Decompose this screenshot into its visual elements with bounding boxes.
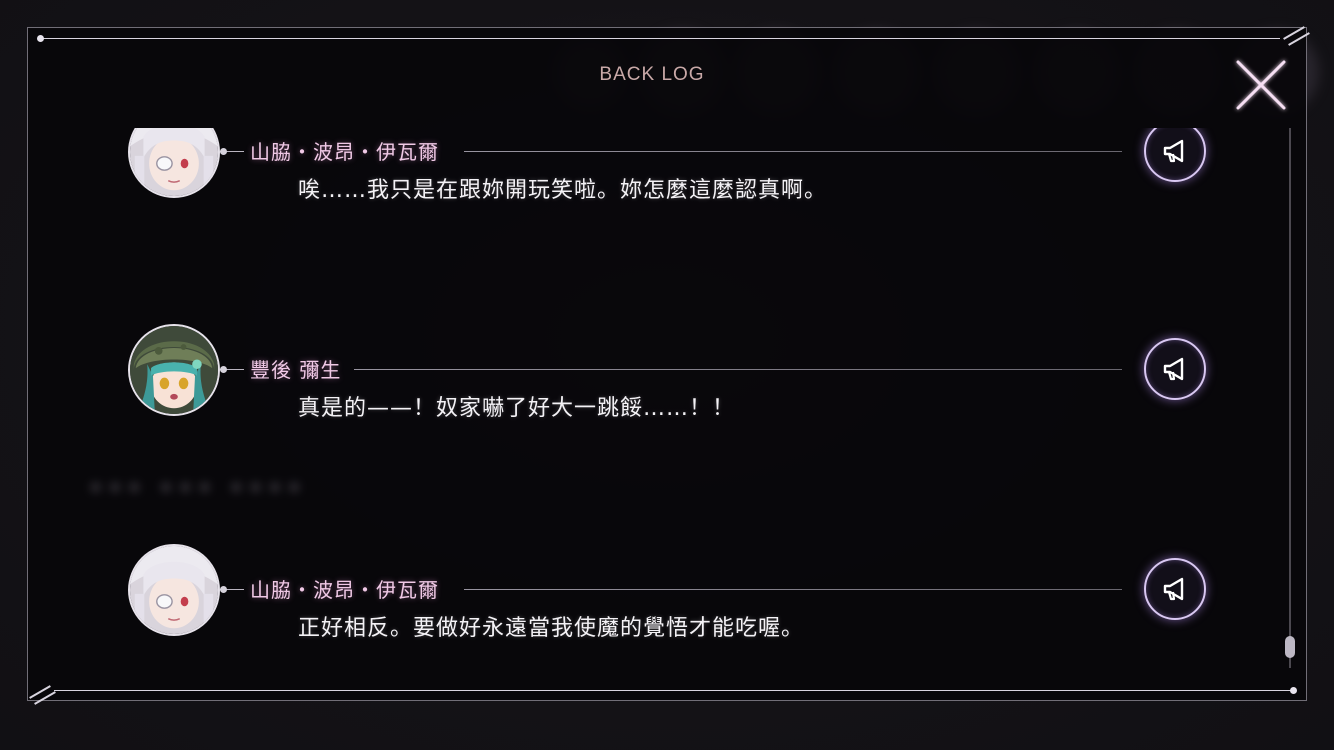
avatar-silver-hair-eyepatch-girl [128, 128, 220, 198]
megaphone-icon [1163, 139, 1184, 163]
dialogue-text: 正好相反。要做好永遠當我使魔的覺悟才能吃喔。 [298, 616, 805, 641]
name-divider [354, 369, 1122, 370]
replay-voice-button[interactable] [1144, 338, 1206, 400]
megaphone-icon [1163, 357, 1184, 381]
avatar-teal-hair-green-helmet-girl [128, 324, 220, 416]
scrollbar-track[interactable] [1289, 128, 1291, 668]
connector-dot [220, 148, 227, 155]
replay-voice-button[interactable] [1144, 558, 1206, 620]
dialogue-text: 真是的——！奴家嚇了好大一跳餒……！！ [298, 396, 736, 421]
close-icon [1236, 60, 1286, 110]
connector-dot [220, 366, 227, 373]
connector-dot [220, 586, 227, 593]
speaker-name: 山脇・波昂・伊瓦爾 [250, 578, 439, 602]
backlog-list[interactable]: 山脇・波昂・伊瓦爾 唉……我只是在跟妳開玩笑啦。妳怎麼這麼認真啊。 豐後 彌生 … [28, 128, 1278, 688]
replay-voice-button[interactable] [1144, 128, 1206, 182]
frame-top-dot [37, 35, 44, 42]
name-divider [464, 151, 1122, 152]
speaker-name: 山脇・波昂・伊瓦爾 [250, 140, 439, 164]
scrollbar-thumb[interactable] [1285, 636, 1295, 658]
name-divider [464, 589, 1122, 590]
avatar-silver-hair-eyepatch-girl [128, 544, 220, 636]
log-entry: 山脇・波昂・伊瓦爾 正好相反。要做好永遠當我使魔的覺悟才能吃喔。 [28, 544, 1278, 664]
dialogue-text: 唉……我只是在跟妳開玩笑啦。妳怎麼這麼認真啊。 [298, 178, 828, 203]
frame-top-line [40, 38, 1280, 39]
log-entry: 豐後 彌生 真是的——！奴家嚇了好大一跳餒……！！ [28, 324, 1278, 444]
speaker-name: 豐後 彌生 [250, 358, 342, 382]
game-screen: ••• ••• •••• BACK LOG 山脇・波昂・伊瓦爾 唉……我只是在跟… [0, 0, 1334, 750]
frame-bottom-line [54, 690, 1294, 691]
page-title: BACK LOG [599, 64, 705, 85]
close-button[interactable] [1226, 52, 1294, 120]
log-entry: 山脇・波昂・伊瓦爾 唉……我只是在跟妳開玩笑啦。妳怎麼這麼認真啊。 [28, 128, 1278, 226]
frame-bottom-dot [1290, 687, 1297, 694]
megaphone-icon [1163, 577, 1184, 601]
